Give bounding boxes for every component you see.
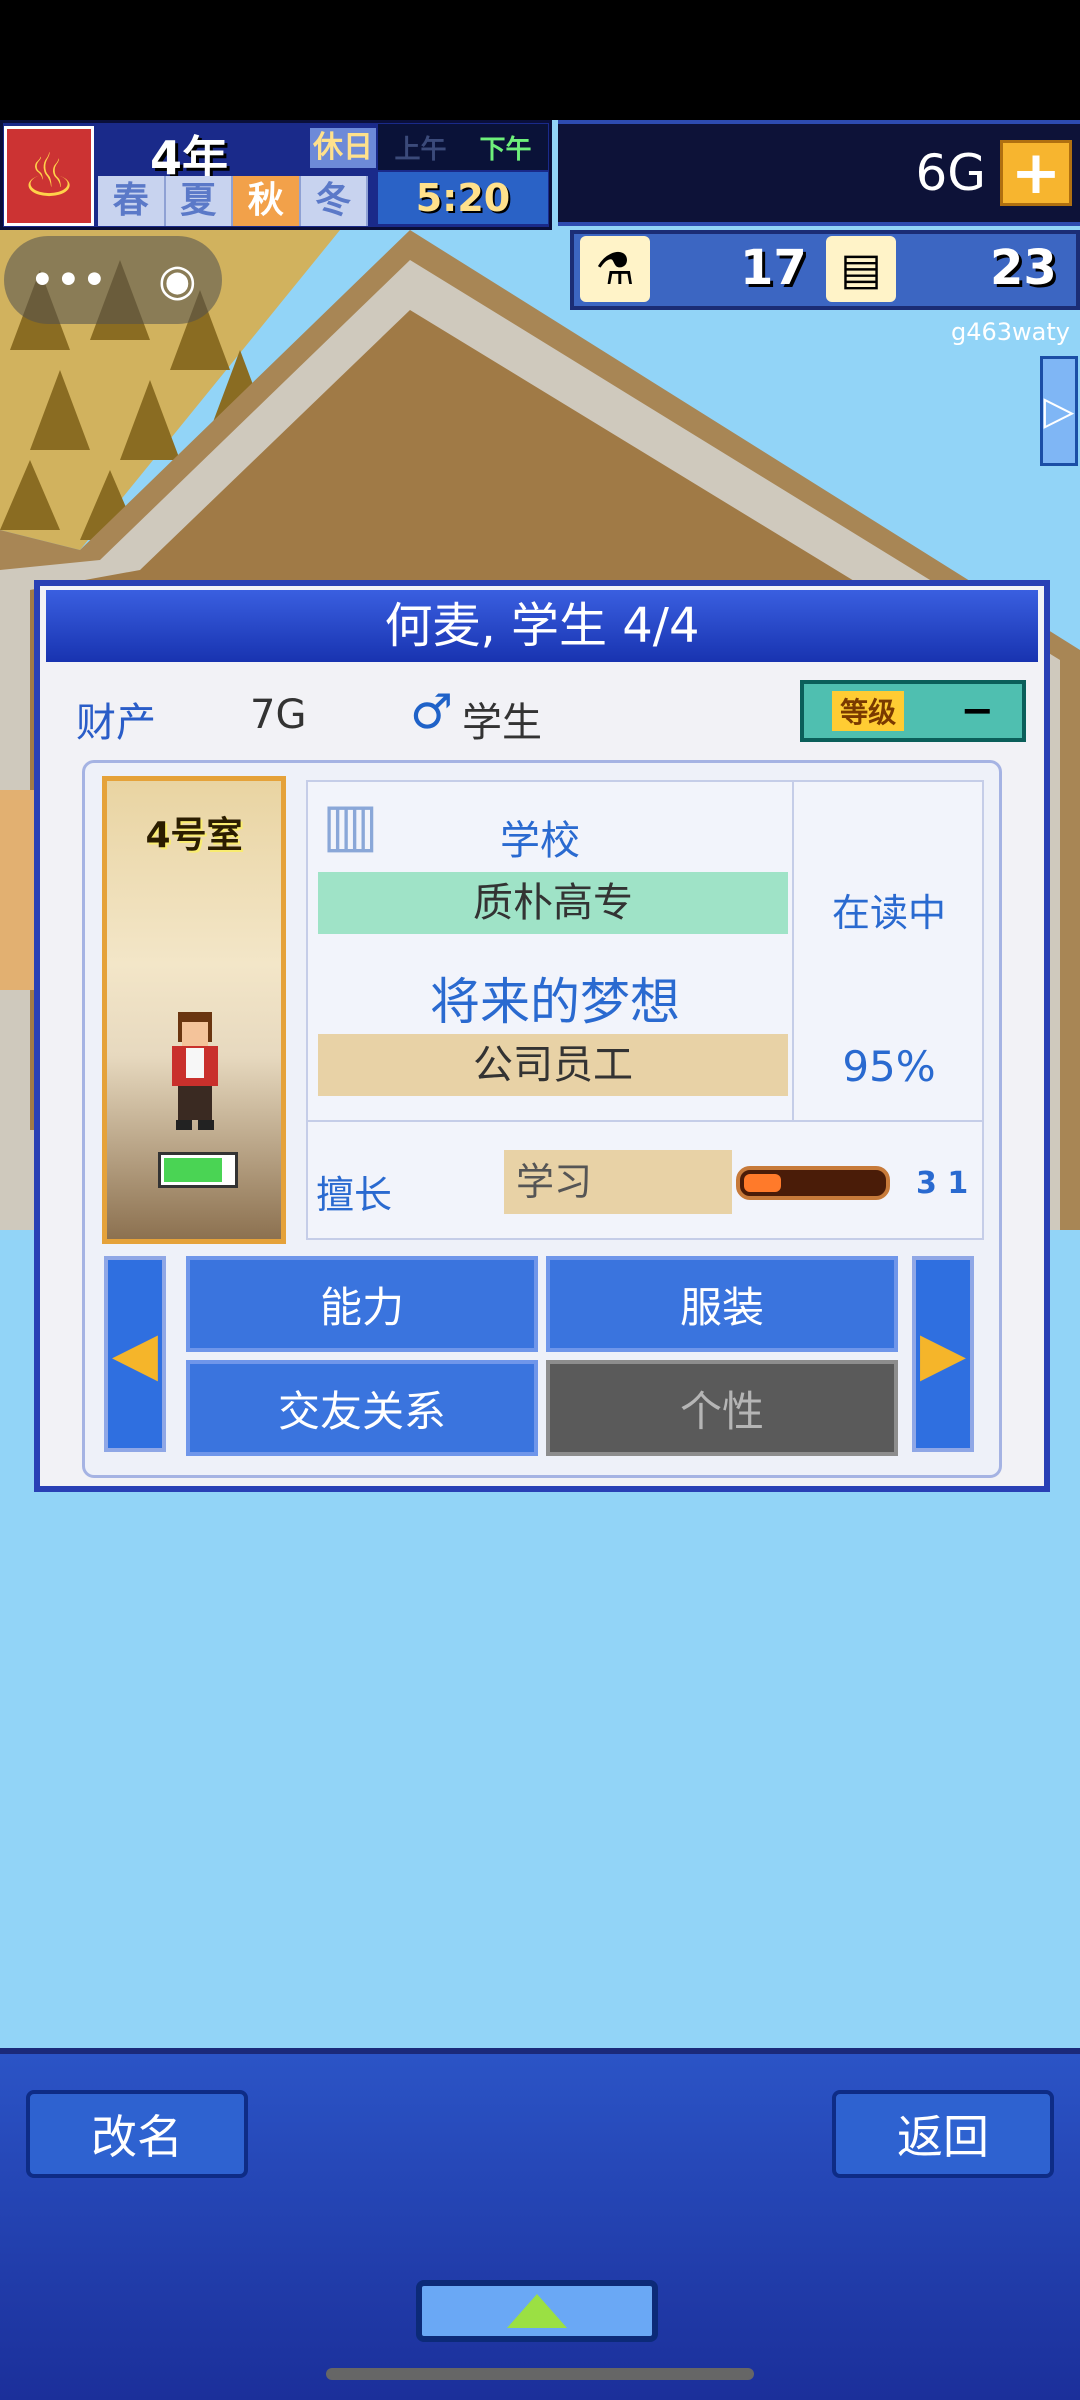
username-label: g463waty xyxy=(951,318,1070,346)
study-status: 在读中 xyxy=(831,891,946,935)
school-label: 学校 xyxy=(500,818,580,864)
clothing-button[interactable]: 服装 xyxy=(546,1256,898,1352)
wealth-label: 财产 xyxy=(76,700,156,746)
side-panel-arrow-button[interactable]: ▷ xyxy=(1040,356,1078,466)
room-label: 4号室 xyxy=(145,815,243,856)
clock: 5:20 xyxy=(378,172,548,224)
stamina-battery-fill xyxy=(164,1158,222,1182)
mini-program-capsule[interactable]: ••• ◉ xyxy=(4,236,222,324)
column-divider xyxy=(792,780,794,1120)
ticket-icon: ▤ xyxy=(826,236,896,302)
season-autumn: 秋 xyxy=(233,176,301,226)
am-label: 上午 xyxy=(394,134,447,165)
minus-icon: − xyxy=(960,688,994,734)
skill-label: 擅长 xyxy=(316,1173,393,1217)
pm-label: 下午 xyxy=(479,134,532,165)
add-money-button[interactable]: + xyxy=(1000,140,1072,206)
home-indicator[interactable] xyxy=(326,2368,754,2380)
up-triangle-icon xyxy=(507,2294,567,2328)
wealth-value: 7G xyxy=(250,692,307,738)
role-label: 学生 xyxy=(462,700,542,746)
row-divider xyxy=(306,1120,984,1122)
school-name: 质朴高专 xyxy=(318,872,788,934)
skill-level: 3 1 xyxy=(916,1166,969,1201)
male-gender-icon: ♂ xyxy=(410,684,454,740)
dream-label: 将来的梦想 xyxy=(430,973,680,1031)
study-progress-percent: 95% xyxy=(842,1042,936,1091)
season-winter: 冬 xyxy=(300,176,368,226)
student-character-sprite xyxy=(172,1012,218,1130)
dialog-title: 何麦, 学生 4/4 xyxy=(46,590,1038,662)
season-bar: 春 夏 秋 冬 xyxy=(98,176,368,226)
ability-button[interactable]: 能力 xyxy=(186,1256,538,1352)
level-toggle-button[interactable]: 等级 − xyxy=(800,680,1026,742)
status-bar xyxy=(0,0,1080,120)
previous-arrow-button[interactable]: ◀ xyxy=(104,1256,166,1452)
expand-up-button[interactable] xyxy=(416,2280,658,2342)
friends-button[interactable]: 交友关系 xyxy=(186,1360,538,1456)
skill-value: 学习 xyxy=(504,1150,732,1214)
dream-job: 公司员工 xyxy=(318,1034,788,1096)
research-flask-icon: ⚗ xyxy=(580,236,650,302)
research-points-value: 17 xyxy=(740,240,807,296)
flame-icon[interactable]: ♨ xyxy=(4,126,94,226)
season-summer: 夏 xyxy=(165,176,233,226)
rename-button[interactable]: 改名 xyxy=(26,2090,248,2178)
more-dots-icon[interactable]: ••• xyxy=(29,255,107,306)
holiday-tag: 休日 xyxy=(310,128,376,168)
skill-progress-fill xyxy=(744,1174,781,1192)
next-arrow-button[interactable]: ▶ xyxy=(912,1256,974,1452)
money-value: 6G xyxy=(915,144,986,202)
close-target-icon[interactable]: ◉ xyxy=(158,255,196,306)
tickets-value: 23 xyxy=(990,240,1057,296)
level-label: 等级 xyxy=(832,691,905,731)
school-building-icon: ▥ xyxy=(322,790,379,860)
personality-button[interactable]: 个性 xyxy=(546,1360,898,1456)
back-button[interactable]: 返回 xyxy=(832,2090,1054,2178)
season-spring: 春 xyxy=(98,176,166,226)
ampm-indicator: 上午 下午 xyxy=(378,124,548,170)
